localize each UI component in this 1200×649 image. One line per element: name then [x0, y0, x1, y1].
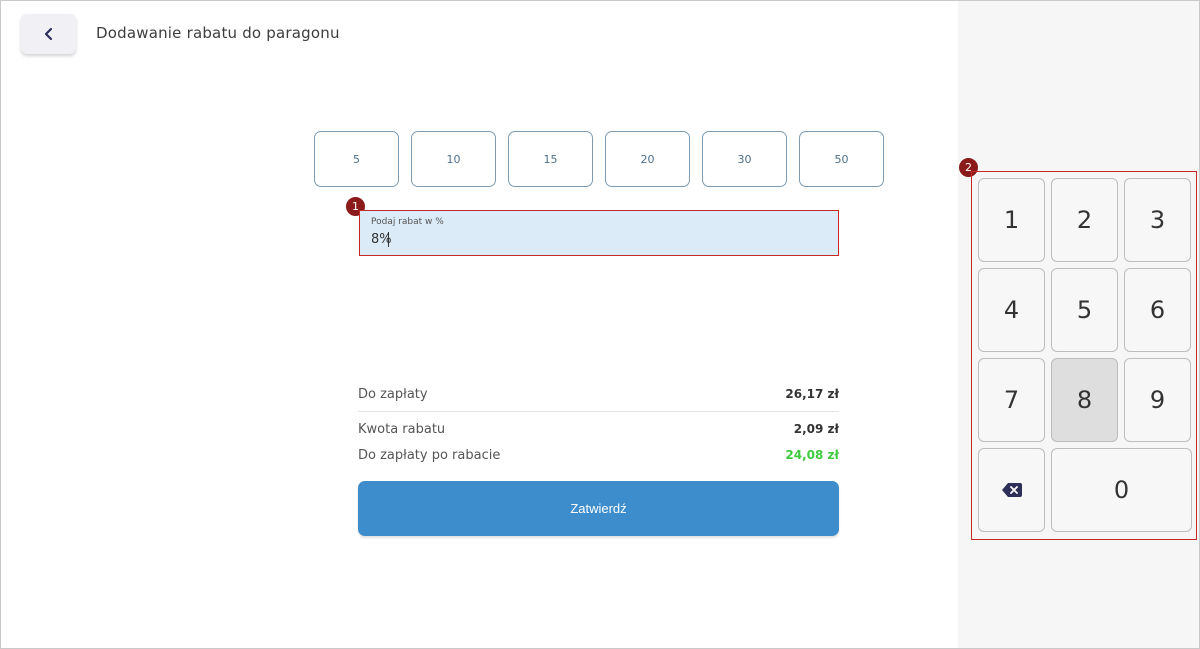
page-title: Dodawanie rabatu do paragonu: [96, 24, 340, 42]
after-discount-value: 24,08 zł: [785, 448, 839, 462]
preset-button-15[interactable]: 15: [508, 131, 593, 187]
text-caret: [388, 232, 389, 247]
preset-button-30[interactable]: 30: [702, 131, 787, 187]
discount-input-label: Podaj rabat w %: [371, 217, 444, 227]
preset-button-50[interactable]: 50: [799, 131, 884, 187]
after-discount-label: Do zapłaty po rabacie: [358, 448, 501, 463]
key-1[interactable]: 1: [978, 178, 1045, 262]
backspace-icon: [1001, 483, 1022, 497]
preset-button-10[interactable]: 10: [411, 131, 496, 187]
confirm-button[interactable]: Zatwierdź: [358, 481, 839, 536]
key-8[interactable]: 8: [1051, 358, 1118, 442]
back-button[interactable]: [21, 14, 76, 54]
key-7[interactable]: 7: [978, 358, 1045, 442]
discount-amount-value: 2,09 zł: [793, 422, 839, 436]
preset-button-20[interactable]: 20: [605, 131, 690, 187]
key-9[interactable]: 9: [1124, 358, 1191, 442]
to-pay-label: Do zapłaty: [358, 387, 428, 402]
discount-input[interactable]: [371, 232, 671, 247]
key-2[interactable]: 2: [1051, 178, 1118, 262]
summary-row-to-pay: Do zapłaty 26,17 zł: [358, 387, 839, 402]
discount-input-field[interactable]: Podaj rabat w %: [359, 210, 839, 256]
key-0[interactable]: 0: [1051, 448, 1192, 532]
key-4[interactable]: 4: [978, 268, 1045, 352]
summary-divider: [358, 411, 839, 412]
discount-amount-label: Kwota rabatu: [358, 422, 446, 437]
to-pay-value: 26,17 zł: [785, 387, 839, 401]
key-5[interactable]: 5: [1051, 268, 1118, 352]
summary-row-after-discount: Do zapłaty po rabacie 24,08 zł: [358, 448, 839, 463]
summary-row-discount-amount: Kwota rabatu 2,09 zł: [358, 422, 839, 437]
backspace-key[interactable]: [978, 448, 1045, 532]
chevron-left-icon: [44, 27, 52, 41]
preset-button-5[interactable]: 5: [314, 131, 399, 187]
key-3[interactable]: 3: [1124, 178, 1191, 262]
key-6[interactable]: 6: [1124, 268, 1191, 352]
